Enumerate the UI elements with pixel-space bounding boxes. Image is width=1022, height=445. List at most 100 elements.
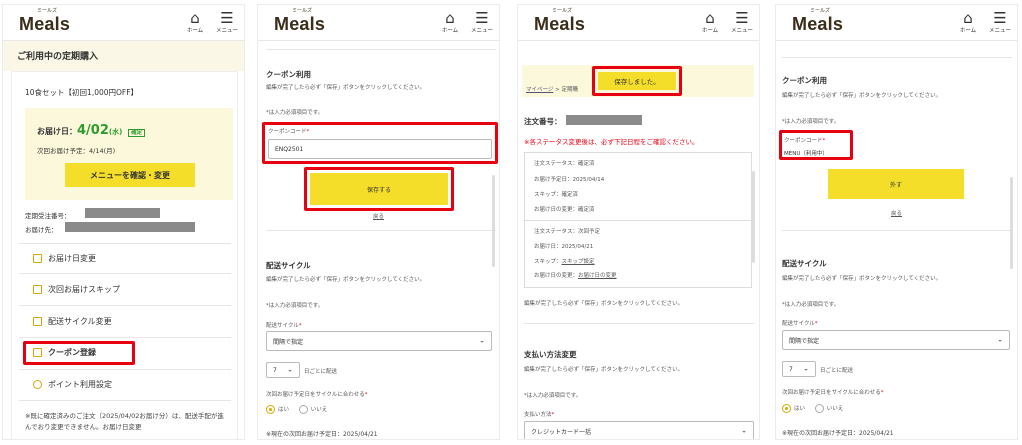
breadcrumb: マイページ > 定期購 — [526, 87, 579, 93]
chevron-down-icon: ⌄ — [803, 364, 809, 373]
home-button[interactable]: ⌂ ホーム — [183, 10, 207, 34]
coupon-desc: 編集が完了したら必ず「保存」ボタンをクリックしてください。 — [266, 85, 426, 91]
required-note: *は入力必須項目です。 — [782, 119, 840, 125]
delivery-date: 4/02 — [77, 123, 109, 138]
box1-change: お届け日の変更：確定済 — [534, 207, 595, 213]
pay-select[interactable]: クレジットカード一括 ⌄ — [524, 421, 754, 439]
address-label: お届け先： — [25, 226, 58, 234]
coupon-title: クーポン利用 — [266, 70, 311, 79]
interval-select[interactable]: 7 ⌄ — [266, 362, 300, 378]
home-button[interactable]: ⌂ ホーム — [956, 10, 980, 34]
logo-subtext: ミールズ — [552, 8, 573, 14]
scrollbar[interactable] — [1010, 177, 1013, 269]
logo[interactable]: Meals — [534, 14, 585, 35]
next-delivery: 次回お届け予定：4/14(月) — [37, 147, 116, 155]
menu-item-delivery-change[interactable]: お届け日変更 — [33, 253, 96, 264]
redacted-address — [65, 222, 195, 232]
box1-date: お届け予定日：2025/04/14 — [534, 177, 605, 183]
menu-check-button[interactable]: メニューを確認・変更 — [65, 163, 195, 187]
chevron-down-icon: ⌄ — [741, 426, 747, 435]
menu-item-skip[interactable]: 次回お届けスキップ — [33, 284, 120, 295]
point-icon — [33, 380, 42, 389]
scrollbar[interactable] — [752, 171, 755, 263]
interval-suffix: 日ごとに配送 — [304, 369, 338, 375]
cycle-label: 配送サイクル* — [266, 323, 302, 329]
pay-required: *は入力必須項目です。 — [524, 393, 582, 399]
align-label: 次回お届け予定日をサイクルに合わせる* — [782, 390, 884, 396]
box1-status: 注文ステータス：確定済 — [534, 161, 595, 167]
header: ミールズ Meals ⌂ ホーム ☰ メニュー — [776, 5, 1017, 41]
panel-coupon-active: ミールズ Meals ⌂ ホーム ☰ メニュー クーポン利用 編集が完了したら必ず「… — [775, 4, 1018, 440]
remove-coupon-button[interactable]: 外す — [828, 169, 964, 199]
menu-button[interactable]: ☰ メニュー — [470, 10, 494, 34]
hamburger-icon: ☰ — [993, 9, 1007, 27]
pay-label: 支払い方法* — [524, 412, 555, 418]
cycle-select[interactable]: 間隔で指定 ⌄ — [266, 331, 492, 351]
panel-saved: ミールズ Meals ⌂ ホーム ☰ メニュー マイページ > 定期購 保存しました… — [517, 4, 760, 440]
menu-button[interactable]: ☰ メニュー — [730, 10, 754, 34]
back-link[interactable]: 戻る — [891, 209, 902, 217]
home-icon: ⌂ — [190, 9, 200, 27]
radio-no[interactable] — [298, 405, 308, 414]
pay-desc: 編集が完了したら必ず「保存」ボタンをクリックしてください。 — [524, 367, 684, 373]
menu-item-points[interactable]: ポイント利用設定 — [33, 379, 112, 390]
interval-select[interactable]: 7 ⌄ — [782, 361, 816, 377]
delivery-change-link[interactable]: お届け日の変更 — [578, 273, 617, 279]
breadcrumb-home[interactable]: マイページ — [526, 87, 553, 93]
header: ミールズ Meals ⌂ ホーム ☰ メニュー — [258, 5, 499, 41]
cycle-label: 配送サイクル* — [782, 321, 818, 327]
home-button[interactable]: ⌂ ホーム — [698, 10, 722, 34]
cycle-title: 配送サイクル — [266, 261, 311, 270]
hamburger-icon: ☰ — [220, 9, 234, 27]
align-radio-group: はい いいえ — [782, 404, 843, 413]
box2-skip: スキップ：スキップ設定 — [534, 259, 595, 265]
page-title: ご利用中の定期購入 — [17, 52, 99, 62]
delivery-date-line: お届け日：4/02(水) 確定 — [37, 123, 146, 138]
cycle-desc: 編集が完了したら必ず「保存」ボタンをクリックしてください。 — [782, 276, 942, 282]
interval-suffix: 日ごとに配送 — [820, 368, 854, 374]
menu-item-cycle-change[interactable]: 配送サイクル変更 — [33, 316, 112, 327]
hamburger-icon: ☰ — [475, 9, 489, 27]
highlight-save-button — [304, 167, 454, 211]
logo-subtext: ミールズ — [37, 8, 58, 14]
highlight-coupon-input — [262, 122, 498, 164]
skip-setting-link[interactable]: スキップ設定 — [562, 259, 595, 265]
menu-button[interactable]: ☰ メニュー — [988, 10, 1012, 34]
chevron-down-icon: ⌄ — [287, 365, 293, 374]
menu-button[interactable]: ☰ メニュー — [215, 10, 239, 34]
box2-date: お届け日：2025/04/21 — [534, 244, 594, 250]
header: ミールズ Meals ⌂ ホーム ☰ メニュー — [518, 5, 759, 41]
chevron-down-icon: ⌄ — [479, 336, 485, 345]
status-warning: ※各ステータス変更後は、必ず下記日程をご確認ください。 — [524, 138, 699, 146]
radio-yes[interactable] — [266, 405, 275, 414]
logo-subtext: ミールズ — [292, 8, 313, 14]
box2-status: 注文ステータス：次回予定 — [534, 229, 601, 235]
current-next-date: ※現在の次回お届け予定日：2025/04/21 — [782, 430, 894, 437]
coupon-desc: 編集が完了したら必ず「保存」ボタンをクリックしてください。 — [782, 93, 942, 99]
panel-coupon-entry: ミールズ Meals ⌂ ホーム ☰ メニュー クーポン利用 編集が完了したら必ず「… — [257, 4, 500, 440]
required-note: *は入力必須項目です。 — [266, 110, 324, 116]
confirmed-badge: 確定 — [128, 129, 146, 137]
logo[interactable]: Meals — [792, 14, 843, 35]
chevron-down-icon: ⌄ — [997, 335, 1003, 344]
panel-subscription: ミールズ Meals ⌂ ホーム ☰ メニュー ご利用中の定期購入 10食セット【初… — [2, 4, 245, 440]
highlight-saved-message — [592, 66, 682, 96]
set-name: 10食セット【初回1,000円OFF】 — [25, 88, 139, 97]
home-button[interactable]: ⌂ ホーム — [438, 10, 462, 34]
logo[interactable]: Meals — [274, 14, 325, 35]
home-icon: ⌂ — [705, 9, 715, 27]
edit-note: 編集が完了したら必ず「保存」ボタンをクリックしてください。 — [524, 301, 684, 307]
align-label: 次回お届け予定日をサイクルに合わせる* — [266, 392, 368, 398]
hamburger-icon: ☰ — [735, 9, 749, 27]
scrollbar[interactable] — [492, 175, 495, 267]
header: ミールズ Meals ⌂ ホーム ☰ メニュー — [3, 5, 244, 41]
home-icon: ⌂ — [963, 9, 973, 27]
radio-no[interactable] — [814, 404, 824, 413]
back-link[interactable]: 戻る — [373, 212, 384, 220]
cycle-title: 配送サイクル — [782, 259, 827, 268]
skip-icon — [33, 285, 42, 294]
current-next-date: ※現在の次回お届け予定日：2025/04/21 — [266, 431, 378, 438]
cycle-select[interactable]: 間隔で指定 ⌄ — [782, 330, 1010, 350]
radio-yes[interactable] — [782, 404, 791, 413]
logo[interactable]: Meals — [19, 14, 70, 35]
